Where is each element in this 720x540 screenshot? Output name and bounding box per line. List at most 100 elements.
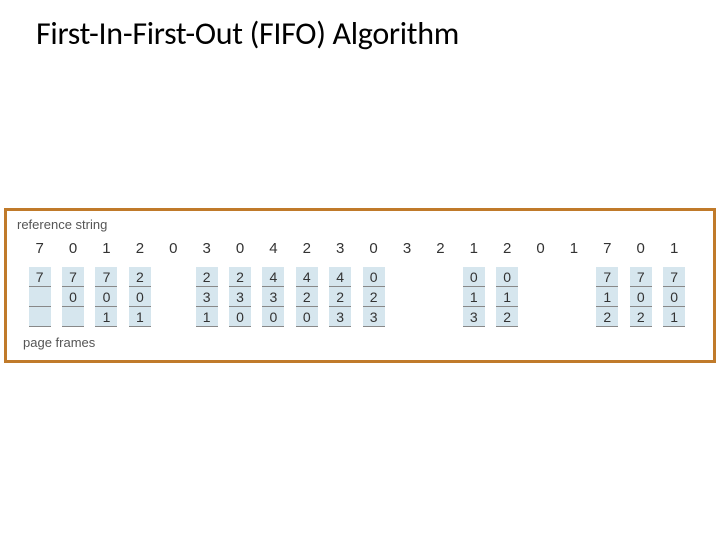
frame-cell: 7 xyxy=(29,267,51,287)
reference-cell: 0 xyxy=(624,240,657,257)
frame-cell: 2 xyxy=(596,307,618,327)
frame-column xyxy=(524,267,557,327)
frame-cell xyxy=(29,287,51,307)
frame-column: 702 xyxy=(624,267,657,327)
frame-cell: 3 xyxy=(262,287,284,307)
reference-cell: 1 xyxy=(657,240,690,257)
frame-column xyxy=(424,267,457,327)
caption-reference-string: reference string xyxy=(17,217,703,232)
frame-cell: 3 xyxy=(196,287,218,307)
frame-cell: 7 xyxy=(62,267,84,287)
frame-cell xyxy=(429,287,451,307)
reference-cell: 7 xyxy=(591,240,624,257)
frame-column: 423 xyxy=(324,267,357,327)
frame-cell: 0 xyxy=(62,287,84,307)
frame-cell: 0 xyxy=(95,287,117,307)
frame-column: 701 xyxy=(657,267,690,327)
frame-cell: 3 xyxy=(229,287,251,307)
reference-cell: 1 xyxy=(557,240,590,257)
reference-cell: 1 xyxy=(90,240,123,257)
frame-cell xyxy=(62,307,84,327)
frame-column xyxy=(157,267,190,327)
frame-column: 201 xyxy=(123,267,156,327)
frame-cell: 3 xyxy=(463,307,485,327)
frame-cell: 3 xyxy=(329,307,351,327)
frame-cell: 1 xyxy=(663,307,685,327)
frame-cell: 1 xyxy=(129,307,151,327)
frame-cell xyxy=(396,307,418,327)
frame-cell xyxy=(396,287,418,307)
frame-cell: 0 xyxy=(262,307,284,327)
reference-cell: 4 xyxy=(257,240,290,257)
frame-cell: 0 xyxy=(630,287,652,307)
reference-cell: 0 xyxy=(524,240,557,257)
slide-title: First-In-First-Out (FIFO) Algorithm xyxy=(0,0,720,53)
frame-cell: 2 xyxy=(196,267,218,287)
frame-cell xyxy=(530,307,552,327)
frame-cell: 2 xyxy=(329,287,351,307)
reference-cell: 0 xyxy=(56,240,89,257)
frame-cell xyxy=(563,287,585,307)
frame-column: 701 xyxy=(90,267,123,327)
frame-cell: 7 xyxy=(95,267,117,287)
frame-cell xyxy=(429,267,451,287)
frame-column xyxy=(390,267,423,327)
frame-column: 230 xyxy=(223,267,256,327)
reference-cell: 2 xyxy=(290,240,323,257)
frame-cell: 0 xyxy=(229,307,251,327)
frame-cell: 0 xyxy=(296,307,318,327)
reference-cell: 2 xyxy=(424,240,457,257)
frame-cell xyxy=(162,287,184,307)
reference-cell: 0 xyxy=(157,240,190,257)
frame-cell xyxy=(429,307,451,327)
frame-cell: 2 xyxy=(630,307,652,327)
frame-cell: 0 xyxy=(496,267,518,287)
frame-cell xyxy=(563,307,585,327)
page-frames-grid: 7707012012312304304204230230130127127027… xyxy=(17,267,703,327)
frame-cell: 2 xyxy=(229,267,251,287)
frame-column: 023 xyxy=(357,267,390,327)
frame-column: 012 xyxy=(490,267,523,327)
reference-cell: 3 xyxy=(190,240,223,257)
frame-cell: 4 xyxy=(262,267,284,287)
reference-cell: 0 xyxy=(223,240,256,257)
frame-cell xyxy=(162,267,184,287)
frame-cell: 1 xyxy=(596,287,618,307)
reference-cell: 7 xyxy=(23,240,56,257)
frame-cell xyxy=(563,267,585,287)
frame-cell: 2 xyxy=(363,287,385,307)
reference-cell: 2 xyxy=(490,240,523,257)
reference-cell: 2 xyxy=(123,240,156,257)
frame-cell: 2 xyxy=(129,267,151,287)
slide: First-In-First-Out (FIFO) Algorithm refe… xyxy=(0,0,720,540)
frame-cell xyxy=(29,307,51,327)
reference-cell: 3 xyxy=(390,240,423,257)
frame-column: 712 xyxy=(591,267,624,327)
frame-column: 231 xyxy=(190,267,223,327)
frame-column xyxy=(557,267,590,327)
frame-cell: 0 xyxy=(663,287,685,307)
frame-column: 430 xyxy=(257,267,290,327)
reference-cell: 0 xyxy=(357,240,390,257)
frame-cell: 1 xyxy=(463,287,485,307)
caption-page-frames: page frames xyxy=(17,335,703,350)
reference-cell: 1 xyxy=(457,240,490,257)
frame-cell: 0 xyxy=(129,287,151,307)
frame-cell: 7 xyxy=(596,267,618,287)
fifo-figure: reference string 70120304230321201701 77… xyxy=(4,208,716,363)
frame-cell: 3 xyxy=(363,307,385,327)
frame-cell: 4 xyxy=(329,267,351,287)
frame-cell xyxy=(530,267,552,287)
frame-cell xyxy=(396,267,418,287)
frame-cell: 2 xyxy=(496,307,518,327)
frame-cell: 7 xyxy=(630,267,652,287)
frame-column: 7 xyxy=(23,267,56,327)
frame-column: 013 xyxy=(457,267,490,327)
frame-cell: 2 xyxy=(296,287,318,307)
frame-column: 70 xyxy=(56,267,89,327)
frame-cell: 0 xyxy=(463,267,485,287)
frame-cell: 1 xyxy=(95,307,117,327)
frame-cell xyxy=(162,307,184,327)
frame-cell: 0 xyxy=(363,267,385,287)
frame-cell: 4 xyxy=(296,267,318,287)
